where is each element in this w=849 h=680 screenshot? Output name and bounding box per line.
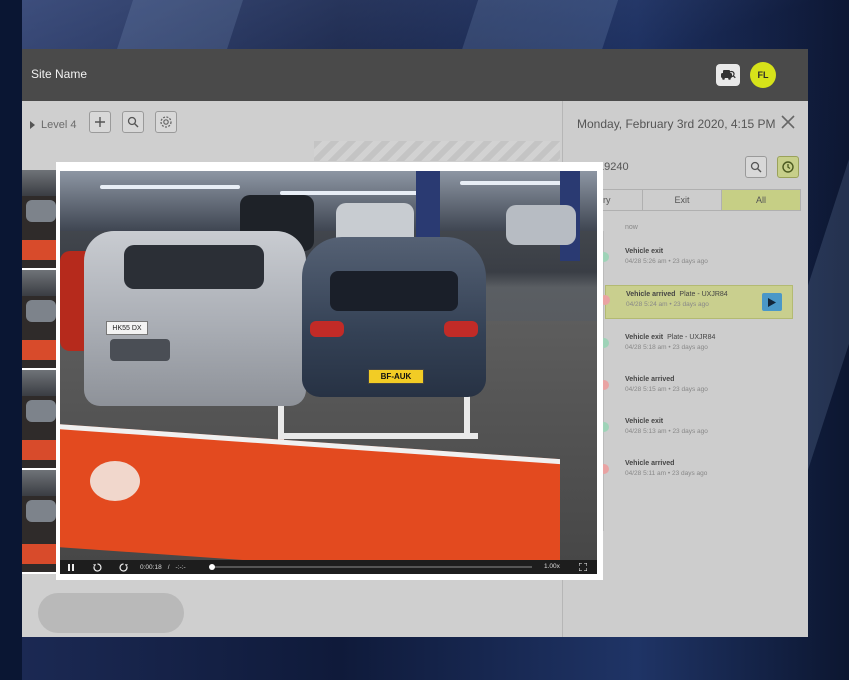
event-title: Vehicle exit Plate - UXJR84 — [625, 334, 716, 341]
tail-light — [310, 321, 344, 337]
car-windshield — [330, 271, 458, 311]
current-time: 0:00:18 — [140, 563, 162, 571]
event-title: Vehicle arrived — [625, 376, 675, 383]
play-event-button[interactable] — [762, 293, 782, 311]
event-time: 04/28 5:13 am • 23 days ago — [625, 428, 708, 435]
ceiling-light — [100, 185, 240, 189]
close-icon[interactable] — [779, 113, 797, 131]
event-item-selected[interactable]: Vehicle arrived Plate - UXJR84 04/28 5:24… — [600, 285, 793, 319]
license-plate: BF-AUK — [368, 369, 424, 384]
video-player: HK55 DX BF-AUK 0:00:18 / -:-:- 1.00x — [56, 162, 603, 580]
car-grille — [110, 339, 170, 361]
fullscreen-icon — [579, 563, 587, 571]
event-title: Vehicle exit — [625, 418, 664, 425]
camera-thumbnail[interactable] — [22, 270, 56, 370]
event-title: Vehicle exit — [625, 248, 664, 255]
camera-thumbnail[interactable] — [22, 470, 56, 574]
camera-thumbnail[interactable] — [22, 370, 56, 470]
silver-car — [84, 231, 306, 406]
camera-video-frame[interactable]: HK55 DX BF-AUK — [60, 171, 597, 560]
panel-search-button[interactable] — [745, 156, 767, 178]
breadcrumb-level[interactable]: Level 4 — [41, 119, 76, 131]
event-time: 04/28 5:11 am • 23 days ago — [625, 470, 708, 477]
pause-icon — [68, 563, 74, 571]
breadcrumb: Level 4 — [30, 119, 76, 131]
add-button[interactable] — [89, 111, 111, 133]
settings-button[interactable] — [155, 111, 177, 133]
search-button[interactable] — [122, 111, 144, 133]
top-bar: Site Name FL — [22, 49, 808, 101]
car-windshield — [124, 245, 264, 289]
forward-icon — [118, 562, 128, 572]
player-controls: 0:00:18 / -:-:- 1.00x — [60, 560, 597, 574]
site-name[interactable]: Site Name — [31, 67, 87, 81]
event-item[interactable]: Vehicle arrived 04/28 5:15 am • 23 days … — [599, 371, 793, 405]
add-icon — [95, 117, 105, 127]
tab-exit[interactable]: Exit — [643, 190, 722, 210]
forward-button[interactable] — [116, 560, 130, 574]
camera-thumbnail[interactable] — [22, 170, 56, 270]
license-plate: HK55 DX — [106, 321, 148, 335]
panel-date: Monday, February 3rd 2020, 4:15 PM — [577, 117, 776, 131]
parking-line — [278, 433, 478, 439]
user-avatar[interactable]: FL — [750, 62, 776, 88]
pause-button[interactable] — [64, 560, 78, 574]
hatched-region — [314, 141, 560, 161]
timeline-now-label: now — [625, 224, 638, 231]
left-edge-bar — [0, 0, 22, 680]
time-separator: / — [167, 563, 170, 571]
seek-bar[interactable] — [212, 566, 532, 568]
play-icon — [768, 297, 776, 307]
event-item[interactable]: Vehicle arrived 04/28 5:11 am • 23 days … — [599, 455, 793, 489]
parked-car — [506, 205, 576, 245]
pedestrian-icon — [90, 461, 140, 501]
duration: -:-:- — [175, 563, 186, 571]
bottom-pill-button[interactable] — [38, 593, 184, 633]
history-button[interactable] — [777, 156, 799, 178]
event-time: 04/28 5:24 am • 23 days ago — [626, 301, 709, 308]
tail-light — [444, 321, 478, 337]
event-time: 04/28 5:18 am • 23 days ago — [625, 344, 708, 351]
event-item[interactable]: Vehicle exit 04/28 5:26 am • 23 days ago — [599, 243, 793, 277]
event-title: Vehicle arrived — [625, 460, 675, 467]
event-plate: Plate - UXJR84 — [667, 334, 716, 341]
rewind-icon — [92, 562, 102, 572]
tab-all[interactable]: All — [722, 190, 800, 210]
event-time: 04/28 5:26 am • 23 days ago — [625, 258, 708, 265]
history-icon — [782, 161, 794, 173]
rewind-button[interactable] — [90, 560, 104, 574]
event-item[interactable]: Vehicle exit Plate - UXJR84 04/28 5:18 am… — [599, 329, 793, 363]
event-item[interactable]: Vehicle exit 04/28 5:13 am • 23 days ago — [599, 413, 793, 447]
fullscreen-button[interactable] — [576, 560, 590, 574]
search-icon — [127, 116, 139, 128]
event-title: Vehicle arrived Plate - UXJR84 — [626, 291, 728, 298]
search-icon — [750, 161, 762, 173]
event-plate: Plate - UXJR84 — [679, 291, 728, 298]
chevron-right-icon — [30, 121, 35, 129]
gear-icon — [160, 116, 172, 128]
car-search-icon — [721, 70, 736, 80]
event-time: 04/28 5:15 am • 23 days ago — [625, 386, 708, 393]
seek-handle[interactable] — [209, 564, 215, 570]
vehicle-search-button[interactable] — [716, 64, 740, 86]
playback-speed[interactable]: 1.00x — [544, 563, 560, 570]
